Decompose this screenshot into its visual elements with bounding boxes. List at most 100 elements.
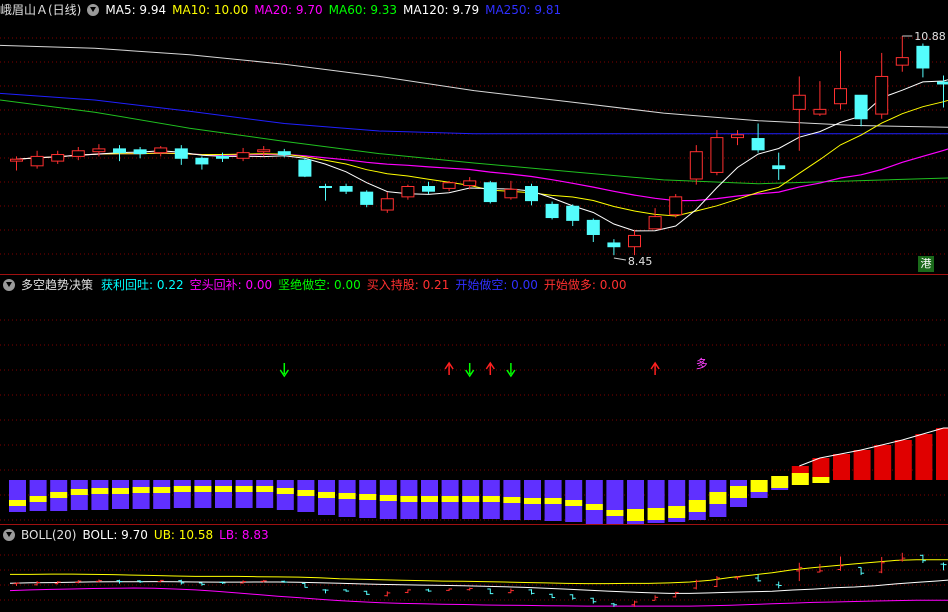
yellow-band bbox=[379, 495, 397, 501]
high-price-label: 10.88 bbox=[914, 30, 946, 43]
yellow-band bbox=[29, 496, 47, 502]
yellow-band bbox=[627, 509, 644, 521]
bear-bar bbox=[173, 480, 191, 508]
chevron-down-icon[interactable] bbox=[3, 529, 15, 541]
candle-down bbox=[937, 81, 948, 85]
bull-bar bbox=[915, 434, 933, 480]
boll-value-0: BOLL: 9.70 bbox=[82, 528, 148, 542]
yellow-band bbox=[441, 496, 459, 502]
boll-value-1: UB: 10.58 bbox=[153, 528, 214, 542]
yellow-band bbox=[9, 500, 26, 506]
yellow-band bbox=[668, 506, 686, 518]
bear-bar bbox=[132, 480, 150, 509]
ma-value-2: MA20: 9.70 bbox=[254, 3, 323, 17]
yellow-band bbox=[585, 504, 603, 510]
bull-bar bbox=[894, 440, 912, 480]
strategy-value-3: 买入持股: 0.21 bbox=[366, 278, 450, 292]
strategy-value-0: 获利回吐: 0.22 bbox=[101, 278, 184, 292]
candle-up bbox=[669, 196, 683, 216]
candle-down bbox=[360, 191, 374, 205]
yellow-band bbox=[400, 496, 418, 502]
bull-bar bbox=[833, 454, 850, 480]
candle-down bbox=[319, 186, 332, 189]
long-signal-marker: 多 bbox=[696, 357, 708, 371]
strategy-value-1: 空头回补: 0.00 bbox=[189, 278, 273, 292]
strategy-value-2: 坚绝做空: 0.00 bbox=[278, 278, 361, 292]
candle-down bbox=[916, 45, 930, 69]
chevron-down-icon[interactable] bbox=[3, 279, 15, 291]
bull-bar bbox=[812, 458, 830, 480]
candle-up bbox=[71, 150, 85, 157]
yellow-band bbox=[750, 480, 768, 492]
yellow-band bbox=[647, 508, 665, 520]
bear-bar bbox=[276, 480, 294, 510]
candle-up bbox=[504, 188, 518, 199]
strategy-indicator-values: 获利回吐: 0.22 空头回补: 0.00 坚绝做空: 0.00 买入持股: 0.21… bbox=[101, 278, 632, 292]
yellow-band bbox=[565, 500, 583, 506]
candlestick-chart[interactable]: 10.88 8.45 bbox=[0, 0, 948, 274]
yellow-band bbox=[173, 486, 191, 492]
candle-up bbox=[875, 75, 889, 115]
candle-down bbox=[298, 159, 312, 177]
yellow-band bbox=[215, 486, 232, 492]
bear-bar bbox=[194, 480, 212, 508]
boll-indicator-panel[interactable]: BOLL(20) BOLL: 9.70 UB: 10.58 LB: 8.83 bbox=[0, 525, 948, 612]
candle-down bbox=[113, 148, 126, 154]
ma60-line bbox=[0, 99, 948, 185]
yellow-band bbox=[50, 492, 68, 498]
bear-bar bbox=[585, 480, 603, 524]
candle-down bbox=[586, 219, 600, 235]
candle-up bbox=[792, 94, 806, 110]
candle-down bbox=[545, 203, 559, 219]
boll-mid-line bbox=[9, 579, 948, 594]
bear-bar bbox=[256, 480, 274, 508]
bull-bar bbox=[936, 428, 948, 480]
candle-down bbox=[772, 165, 786, 170]
candle-up bbox=[10, 158, 23, 162]
yellow-band bbox=[709, 492, 727, 504]
bull-bar bbox=[853, 450, 871, 480]
candle-up bbox=[401, 186, 415, 198]
hk-connect-badge[interactable]: 港 bbox=[918, 256, 934, 272]
candle-up bbox=[710, 137, 724, 173]
candle-up bbox=[895, 57, 909, 66]
yellow-band bbox=[812, 477, 830, 483]
yellow-band bbox=[524, 498, 541, 504]
yellow-band bbox=[482, 496, 500, 502]
candle-up bbox=[257, 149, 271, 153]
strategy-title: 多空趋势决策 bbox=[21, 278, 94, 292]
boll-indicator-values: BOLL: 9.70 UB: 10.58 LB: 8.83 bbox=[82, 528, 274, 542]
yellow-band bbox=[276, 488, 294, 494]
low-price-label: 8.45 bbox=[628, 255, 653, 268]
candle-up bbox=[442, 182, 456, 189]
main-title: 峨眉山Ａ(日线) bbox=[0, 3, 82, 17]
candle-up bbox=[628, 234, 641, 248]
yellow-band bbox=[112, 488, 129, 494]
candle-down bbox=[174, 148, 188, 159]
candle-down bbox=[133, 149, 147, 155]
yellow-band bbox=[91, 488, 109, 494]
candle-down bbox=[607, 242, 621, 248]
main-indicator-values: MA5: 9.94 MA10: 10.00 MA20: 9.70 MA60: 9.33… bbox=[105, 3, 567, 17]
yellow-band bbox=[235, 486, 253, 492]
candle-down bbox=[339, 186, 353, 192]
yellow-band bbox=[132, 487, 150, 493]
candle-up bbox=[813, 108, 827, 115]
candle-up bbox=[92, 148, 106, 153]
candle-down bbox=[751, 138, 765, 151]
strategy-chart[interactable]: 多 bbox=[0, 275, 948, 524]
yellow-band bbox=[688, 500, 706, 512]
strategy-legend: 多空趋势决策 获利回吐: 0.22 空头回补: 0.00 坚绝做空: 0.00 买入持股… bbox=[0, 275, 638, 295]
candle-up bbox=[463, 180, 477, 187]
chevron-down-icon[interactable] bbox=[87, 4, 100, 16]
yellow-band bbox=[297, 490, 315, 496]
strategy-indicator-panel[interactable]: 多空趋势决策 获利回吐: 0.22 空头回补: 0.00 坚绝做空: 0.00 买入持股… bbox=[0, 275, 948, 524]
candle-down bbox=[525, 186, 538, 202]
main-price-panel[interactable]: 峨眉山Ａ(日线) MA5: 9.94 MA10: 10.00 MA20: 9.70 MA… bbox=[0, 0, 948, 274]
yellow-band bbox=[318, 492, 335, 498]
yellow-band bbox=[544, 498, 562, 504]
bear-bar bbox=[606, 480, 624, 524]
bear-bar bbox=[29, 480, 47, 511]
candle-up bbox=[648, 216, 662, 230]
main-legend: 峨眉山Ａ(日线) MA5: 9.94 MA10: 10.00 MA20: 9.70 MA… bbox=[0, 0, 573, 20]
